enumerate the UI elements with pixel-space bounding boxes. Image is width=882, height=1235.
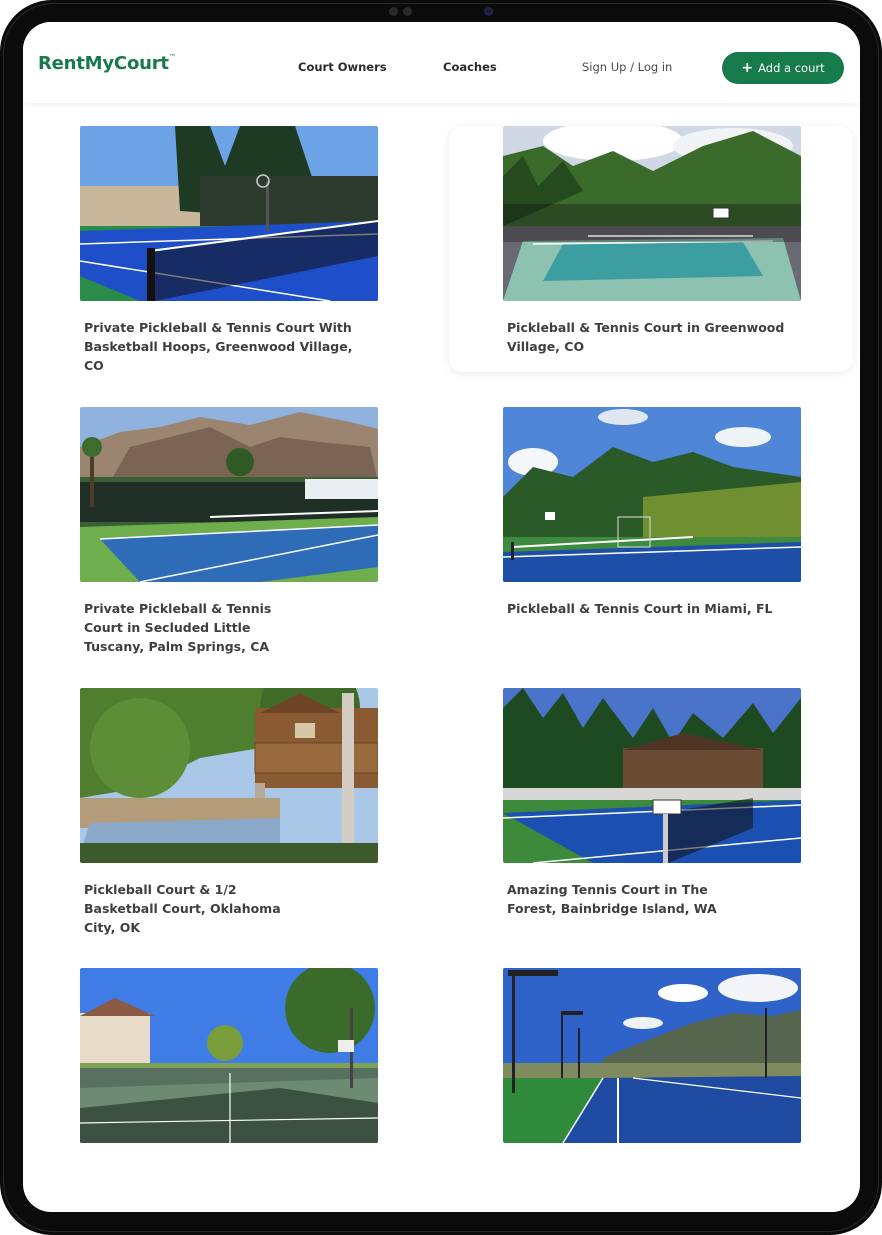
camera-lens bbox=[484, 7, 493, 16]
court-photo-graphic bbox=[80, 407, 378, 582]
court-card[interactable] bbox=[80, 968, 380, 1148]
sensor-dot bbox=[403, 7, 412, 16]
court-photo-graphic bbox=[80, 968, 378, 1143]
sensor-dot bbox=[389, 7, 398, 16]
add-court-label: Add a court bbox=[758, 61, 825, 75]
court-card[interactable]: Amazing Tennis Court in The Forest, Bain… bbox=[503, 688, 803, 938]
add-court-button[interactable]: + Add a court bbox=[722, 52, 844, 84]
signup-login-link[interactable]: Sign Up / Log in bbox=[582, 60, 672, 74]
court-photo-graphic bbox=[503, 688, 801, 863]
court-card-hover[interactable]: Pickleball & Tennis Court in Greenwood V… bbox=[449, 126, 853, 372]
court-photo-graphic bbox=[80, 688, 378, 863]
tablet-frame: RentMyCourt™ Court Owners Coaches Sign U… bbox=[0, 0, 882, 1235]
court-title[interactable]: Pickleball & Tennis Court in Greenwood V… bbox=[507, 318, 807, 356]
court-title[interactable]: Private Pickleball & Tennis Court in Sec… bbox=[84, 599, 279, 656]
court-photo[interactable] bbox=[503, 407, 801, 582]
court-card[interactable]: Private Pickleball & Tennis Court With B… bbox=[80, 126, 380, 376]
court-card[interactable]: Pickleball & Tennis Court in Miami, FL bbox=[503, 407, 803, 657]
logo-text: RentMyCourt bbox=[38, 53, 169, 74]
court-card[interactable] bbox=[503, 968, 803, 1148]
court-photo[interactable] bbox=[503, 968, 801, 1143]
brand-logo[interactable]: RentMyCourt™ bbox=[38, 53, 176, 74]
trademark-mark: ™ bbox=[168, 53, 176, 61]
court-title[interactable]: Pickleball Court & 1/2 Basketball Court,… bbox=[84, 880, 284, 937]
court-photo-graphic bbox=[503, 407, 801, 582]
court-photo-graphic bbox=[80, 126, 378, 301]
court-photo[interactable] bbox=[80, 968, 378, 1143]
nav-coaches[interactable]: Coaches bbox=[443, 60, 497, 74]
plus-icon: + bbox=[741, 60, 754, 76]
court-photo[interactable] bbox=[503, 126, 801, 301]
court-card[interactable]: Private Pickleball & Tennis Court in Sec… bbox=[80, 407, 380, 657]
court-title[interactable]: Amazing Tennis Court in The Forest, Bain… bbox=[507, 880, 727, 918]
court-photo[interactable] bbox=[80, 126, 378, 301]
court-card[interactable]: Pickleball Court & 1/2 Basketball Court,… bbox=[80, 688, 380, 938]
court-photo-graphic bbox=[503, 968, 801, 1143]
court-title[interactable]: Pickleball & Tennis Court in Miami, FL bbox=[507, 599, 777, 618]
court-title[interactable]: Private Pickleball & Tennis Court With B… bbox=[84, 318, 354, 375]
navbar: RentMyCourt™ Court Owners Coaches Sign U… bbox=[23, 22, 860, 103]
court-photo[interactable] bbox=[80, 688, 378, 863]
court-photo-graphic bbox=[503, 126, 801, 301]
nav-court-owners[interactable]: Court Owners bbox=[298, 60, 387, 74]
court-photo[interactable] bbox=[503, 688, 801, 863]
screen: RentMyCourt™ Court Owners Coaches Sign U… bbox=[23, 22, 860, 1212]
court-photo[interactable] bbox=[80, 407, 378, 582]
